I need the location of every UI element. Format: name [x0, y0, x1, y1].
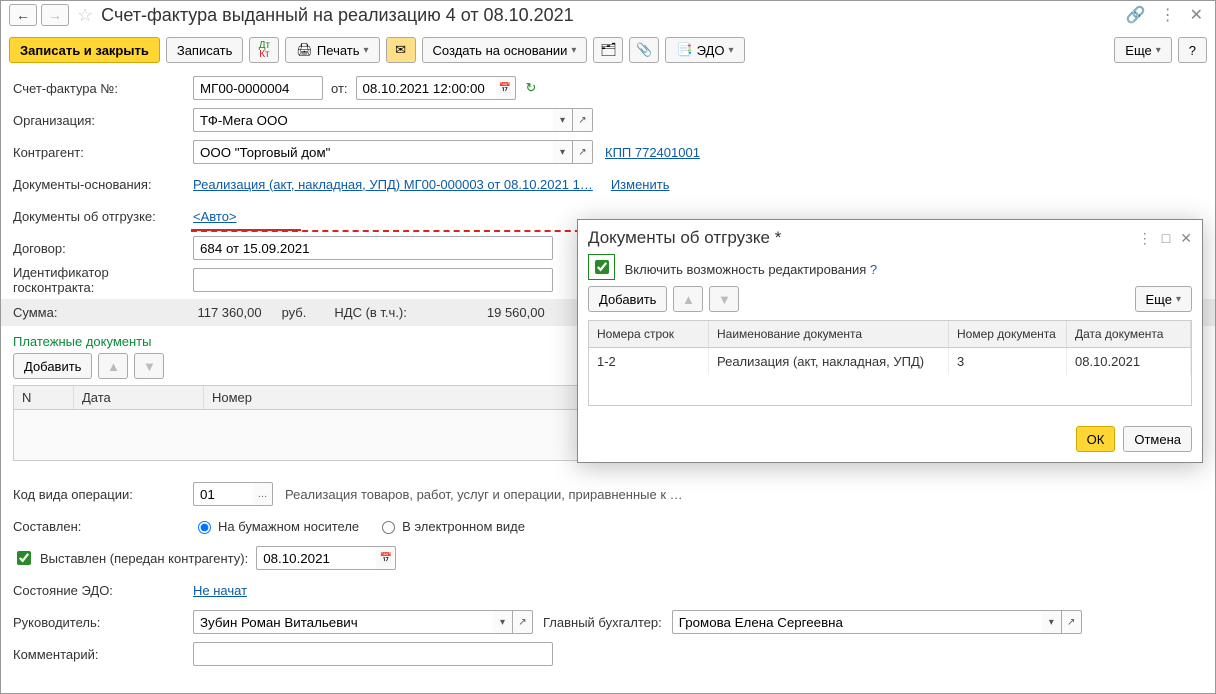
dialog-title: Документы об отгрузке * [588, 228, 1138, 248]
composed-label: Составлен: [13, 519, 193, 534]
save-and-close-button[interactable]: Записать и закрыть [9, 37, 160, 63]
col-lines: Номера строк [589, 321, 709, 347]
issued-checkbox[interactable]: Выставлен (передан контрагенту): [13, 548, 248, 568]
ok-button[interactable]: ОК [1076, 426, 1116, 452]
help-icon[interactable]: ? [870, 262, 877, 277]
counterparty-input[interactable] [193, 140, 553, 164]
create-based-button[interactable]: Создать на основании [422, 37, 588, 63]
dropdown-icon[interactable]: ▾ [553, 140, 573, 164]
vat-label: НДС (в т.ч.): [334, 305, 407, 320]
move-up-button[interactable]: ▲ [98, 353, 128, 379]
gov-contract-id-label: Идентификатор госконтракта: [13, 265, 193, 295]
page-title: Счет-фактура выданный на реализацию 4 от… [101, 5, 1118, 26]
change-link[interactable]: Изменить [611, 177, 670, 192]
more-button[interactable]: Еще [1114, 37, 1171, 63]
paper-radio[interactable]: На бумажном носителе [193, 518, 359, 534]
op-code-label: Код вида операции: [13, 487, 193, 502]
dropdown-icon[interactable]: ▾ [1042, 610, 1062, 634]
from-label: от: [331, 81, 348, 96]
add-payment-button[interactable]: Добавить [13, 353, 92, 379]
contract-label: Договор: [13, 241, 193, 256]
dialog-close-icon[interactable]: ✕ [1180, 230, 1192, 247]
popup-more-button[interactable]: Еще [1135, 286, 1192, 312]
enable-edit-label: Включить возможность редактирования [625, 262, 867, 277]
nav-back[interactable]: ← [9, 4, 37, 26]
link-icon[interactable]: 🔗 [1122, 3, 1150, 27]
dropdown-icon[interactable]: ▾ [493, 610, 513, 634]
nav-forward[interactable]: → [41, 4, 69, 26]
attach-button[interactable]: 📎 [629, 37, 659, 63]
contract-input[interactable] [193, 236, 553, 260]
comment-input[interactable] [193, 642, 553, 666]
invoice-number-input[interactable] [193, 76, 323, 100]
invoice-date-input[interactable] [356, 76, 496, 100]
head-label: Руководитель: [13, 615, 193, 630]
calendar-icon[interactable]: 📅 [496, 76, 516, 100]
basis-doc-link[interactable]: Реализация (акт, накладная, УПД) МГ00-00… [193, 177, 593, 192]
open-icon[interactable]: ↗ [1062, 610, 1082, 634]
popup-move-up[interactable]: ▲ [673, 286, 703, 312]
op-code-description: Реализация товаров, работ, услуг и опера… [285, 487, 683, 502]
close-window-icon[interactable]: ✕ [1186, 3, 1207, 27]
popup-table: Номера строк Наименование документа Номе… [588, 320, 1192, 406]
col-doc-num: Номер документа [949, 321, 1067, 347]
sum-label: Сумма: [13, 305, 57, 320]
col-n: N [14, 386, 74, 409]
head-input[interactable] [193, 610, 493, 634]
refresh-icon[interactable]: ↻ [526, 80, 537, 96]
favorite-icon[interactable]: ☆ [77, 5, 93, 26]
shipping-docs-label: Документы об отгрузке: [13, 209, 193, 224]
mail-button[interactable]: ✉ [386, 37, 416, 63]
invoice-number-label: Счет-фактура №: [13, 81, 193, 96]
open-icon[interactable]: ↗ [513, 610, 533, 634]
issued-date-input[interactable] [256, 546, 376, 570]
shipping-auto-link[interactable]: <Авто> [193, 209, 237, 224]
gov-contract-id-input[interactable] [193, 268, 553, 292]
op-code-input[interactable] [193, 482, 253, 506]
help-button[interactable]: ? [1178, 37, 1207, 63]
kpp-link[interactable]: КПП 772401001 [605, 145, 700, 160]
more-menu-icon[interactable]: ⋮ [1156, 3, 1180, 27]
comment-label: Комментарий: [13, 647, 193, 662]
col-doc-name: Наименование документа [709, 321, 949, 347]
organization-label: Организация: [13, 113, 193, 128]
open-icon[interactable]: ↗ [573, 108, 593, 132]
calendar-icon[interactable]: 📅 [376, 546, 396, 570]
dropdown-icon[interactable]: ▾ [553, 108, 573, 132]
accountant-label: Главный бухгалтер: [543, 615, 662, 630]
table-row[interactable]: 1-2 Реализация (акт, накладная, УПД) 3 0… [589, 348, 1191, 375]
related-docs-button[interactable]: 🗂 [593, 37, 623, 63]
organization-input[interactable] [193, 108, 553, 132]
accountant-input[interactable] [672, 610, 1042, 634]
sum-value: 117 360,00 [197, 305, 261, 320]
save-button[interactable]: Записать [166, 37, 244, 63]
enable-edit-checkbox[interactable] [588, 254, 615, 280]
col-date: Дата [74, 386, 204, 409]
vat-value: 19 560,00 [487, 305, 545, 320]
col-doc-date: Дата документа [1067, 321, 1191, 347]
currency: руб. [282, 305, 307, 320]
edo-state-link[interactable]: Не начат [193, 583, 247, 598]
popup-move-down[interactable]: ▼ [709, 286, 739, 312]
cancel-button[interactable]: Отмена [1123, 426, 1192, 452]
shipping-docs-dialog: Документы об отгрузке * ⋮ □ ✕ Включить в… [577, 219, 1203, 463]
edo-state-label: Состояние ЭДО: [13, 583, 193, 598]
electronic-radio[interactable]: В электронном виде [377, 518, 525, 534]
annotation-arrow [191, 230, 591, 232]
move-down-button[interactable]: ▼ [134, 353, 164, 379]
open-icon[interactable]: ↗ [573, 140, 593, 164]
basis-docs-label: Документы-основания: [13, 177, 193, 192]
select-icon[interactable]: … [253, 482, 273, 506]
popup-add-button[interactable]: Добавить [588, 286, 667, 312]
dialog-maximize-icon[interactable]: □ [1162, 230, 1170, 247]
edo-button[interactable]: 📑 ЭДО [665, 37, 744, 63]
dialog-menu-icon[interactable]: ⋮ [1138, 230, 1152, 247]
counterparty-label: Контрагент: [13, 145, 193, 160]
posting-button[interactable]: ДтКт [249, 37, 279, 63]
print-button[interactable]: 🖨 Печать [285, 37, 379, 63]
